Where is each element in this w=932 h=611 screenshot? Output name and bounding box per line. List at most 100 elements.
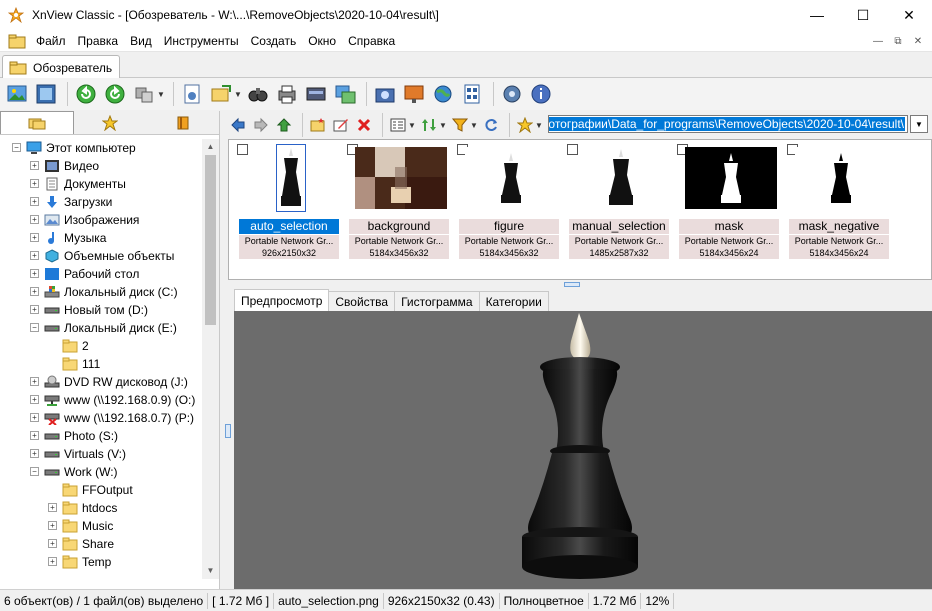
expand-icon[interactable]: + bbox=[48, 521, 57, 530]
browser-document-icon[interactable] bbox=[8, 33, 26, 49]
convert-button[interactable] bbox=[332, 81, 358, 107]
expand-icon[interactable]: + bbox=[30, 233, 39, 242]
tab-favorites[interactable] bbox=[74, 111, 146, 134]
thumbnail-item[interactable]: mask_negative Portable Network Gr... 5184x… bbox=[787, 143, 893, 261]
up-folder-button[interactable] bbox=[274, 115, 294, 135]
expand-icon[interactable]: + bbox=[30, 449, 39, 458]
properties-button[interactable] bbox=[179, 81, 205, 107]
forward-button[interactable] bbox=[251, 115, 271, 135]
rename-button[interactable] bbox=[331, 115, 351, 135]
menu-edit[interactable]: Правка bbox=[72, 34, 125, 48]
menu-view[interactable]: Вид bbox=[124, 34, 158, 48]
tree-item[interactable]: + Локальный диск (C:) bbox=[0, 283, 203, 301]
tree-scrollbar-thumb[interactable] bbox=[205, 155, 216, 325]
minimize-button[interactable]: — bbox=[794, 0, 840, 30]
expand-icon[interactable]: + bbox=[48, 557, 57, 566]
scroll-down-icon[interactable]: ▼ bbox=[202, 563, 219, 579]
about-button[interactable] bbox=[528, 81, 554, 107]
view-mode-dropdown-icon[interactable]: ▼ bbox=[408, 121, 416, 130]
path-input[interactable]: отографии\Data_for_programs\RemoveObject… bbox=[548, 115, 908, 133]
menu-file[interactable]: Файл bbox=[30, 34, 72, 48]
tree-item[interactable]: FFOutput bbox=[0, 481, 203, 499]
tree-item[interactable]: + Music bbox=[0, 517, 203, 535]
thumbnail-item[interactable]: figure Portable Network Gr... 5184x3456x32 bbox=[457, 143, 563, 261]
tab-browser[interactable]: Обозреватель bbox=[2, 55, 120, 79]
settings-button[interactable] bbox=[499, 81, 525, 107]
menu-create[interactable]: Создать bbox=[245, 34, 303, 48]
favorites-button[interactable] bbox=[515, 115, 535, 135]
preview-area[interactable] bbox=[234, 311, 932, 589]
expand-icon[interactable]: + bbox=[30, 305, 39, 314]
expand-icon[interactable]: + bbox=[30, 269, 39, 278]
thumbnail-item[interactable]: manual_selection Portable Network Gr... 14… bbox=[567, 143, 673, 261]
tree-item[interactable]: + www (\\192.168.0.7) (P:) bbox=[0, 409, 203, 427]
thumbnail-view[interactable]: auto_selection Portable Network Gr... 926x… bbox=[228, 139, 932, 280]
capture-button[interactable] bbox=[372, 81, 398, 107]
sort-dropdown-icon[interactable]: ▼ bbox=[439, 121, 447, 130]
tree-item[interactable]: − Этот компьютер bbox=[0, 139, 203, 157]
expand-icon[interactable]: + bbox=[30, 215, 39, 224]
rotate-right-button[interactable] bbox=[102, 81, 128, 107]
menu-help[interactable]: Справка bbox=[342, 34, 401, 48]
expand-icon[interactable]: + bbox=[48, 503, 57, 512]
open-image-button[interactable] bbox=[4, 81, 30, 107]
print-button[interactable] bbox=[274, 81, 300, 107]
back-button[interactable] bbox=[228, 115, 248, 135]
horizontal-splitter[interactable] bbox=[228, 281, 932, 289]
maximize-button[interactable]: ☐ bbox=[840, 0, 886, 30]
path-dropdown-button[interactable]: ▼ bbox=[910, 115, 928, 133]
tree-item[interactable]: + DVD RW дисковод (J:) bbox=[0, 373, 203, 391]
fullscreen-button[interactable] bbox=[33, 81, 59, 107]
thumbnail-item[interactable]: auto_selection Portable Network Gr... 926x… bbox=[237, 143, 343, 261]
tree-item[interactable]: + htdocs bbox=[0, 499, 203, 517]
transform-dropdown-icon[interactable]: ▼ bbox=[157, 90, 165, 99]
filter-button[interactable] bbox=[450, 115, 470, 135]
view-mode-button[interactable] bbox=[388, 115, 408, 135]
thumbnail-item[interactable]: background Portable Network Gr... 5184x345… bbox=[347, 143, 453, 261]
expand-icon[interactable]: + bbox=[30, 395, 39, 404]
tree-item[interactable]: − Work (W:) bbox=[0, 463, 203, 481]
favorites-dropdown-icon[interactable]: ▼ bbox=[535, 121, 543, 130]
tab-properties[interactable]: Свойства bbox=[328, 291, 396, 311]
rotate-left-button[interactable] bbox=[73, 81, 99, 107]
expand-icon[interactable]: + bbox=[30, 377, 39, 386]
tree-item[interactable]: + www (\\192.168.0.9) (O:) bbox=[0, 391, 203, 409]
move-to-folder-button[interactable] bbox=[208, 81, 234, 107]
expand-icon[interactable]: + bbox=[30, 431, 39, 440]
collapse-icon[interactable]: − bbox=[30, 323, 39, 332]
splitter-grip-icon[interactable] bbox=[564, 282, 580, 287]
tab-categories[interactable] bbox=[147, 111, 219, 134]
expand-icon[interactable]: + bbox=[30, 197, 39, 206]
tab-histogram[interactable]: Гистограмма bbox=[394, 291, 480, 311]
tree-scrollbar[interactable]: ▲ ▼ bbox=[202, 139, 219, 579]
tree-item[interactable]: + Документы bbox=[0, 175, 203, 193]
delete-button[interactable] bbox=[354, 115, 374, 135]
sort-button[interactable] bbox=[419, 115, 439, 135]
tree-item[interactable]: − Локальный диск (E:) bbox=[0, 319, 203, 337]
filter-dropdown-icon[interactable]: ▼ bbox=[470, 121, 478, 130]
transform-button[interactable] bbox=[131, 81, 157, 107]
tree-item[interactable]: + Объемные объекты bbox=[0, 247, 203, 265]
tree-item[interactable]: + Изображения bbox=[0, 211, 203, 229]
splitter-grip-icon[interactable] bbox=[225, 424, 231, 438]
search-button[interactable] bbox=[245, 81, 271, 107]
tree-item[interactable]: 111 bbox=[0, 355, 203, 373]
collapse-icon[interactable]: − bbox=[30, 467, 39, 476]
expand-icon[interactable]: + bbox=[30, 287, 39, 296]
expand-icon[interactable]: + bbox=[30, 179, 39, 188]
mdi-restore-button[interactable]: ⧉ bbox=[890, 33, 906, 49]
collapse-icon[interactable]: − bbox=[12, 143, 21, 152]
tab-preview[interactable]: Предпросмотр bbox=[234, 289, 330, 311]
folder-tree[interactable]: − Этот компьютер + Видео + Документы + Загрузки… bbox=[0, 139, 203, 579]
new-folder-button[interactable] bbox=[308, 115, 328, 135]
menu-tools[interactable]: Инструменты bbox=[158, 34, 245, 48]
scroll-up-icon[interactable]: ▲ bbox=[202, 139, 219, 155]
tab-folders[interactable] bbox=[0, 111, 75, 134]
mdi-close-button[interactable]: ✕ bbox=[910, 33, 926, 49]
web-page-button[interactable] bbox=[430, 81, 456, 107]
slideshow-button[interactable] bbox=[401, 81, 427, 107]
tree-item[interactable]: + Рабочий стол bbox=[0, 265, 203, 283]
expand-icon[interactable]: + bbox=[30, 413, 39, 422]
expand-icon[interactable]: + bbox=[30, 251, 39, 260]
tree-item[interactable]: + Share bbox=[0, 535, 203, 553]
